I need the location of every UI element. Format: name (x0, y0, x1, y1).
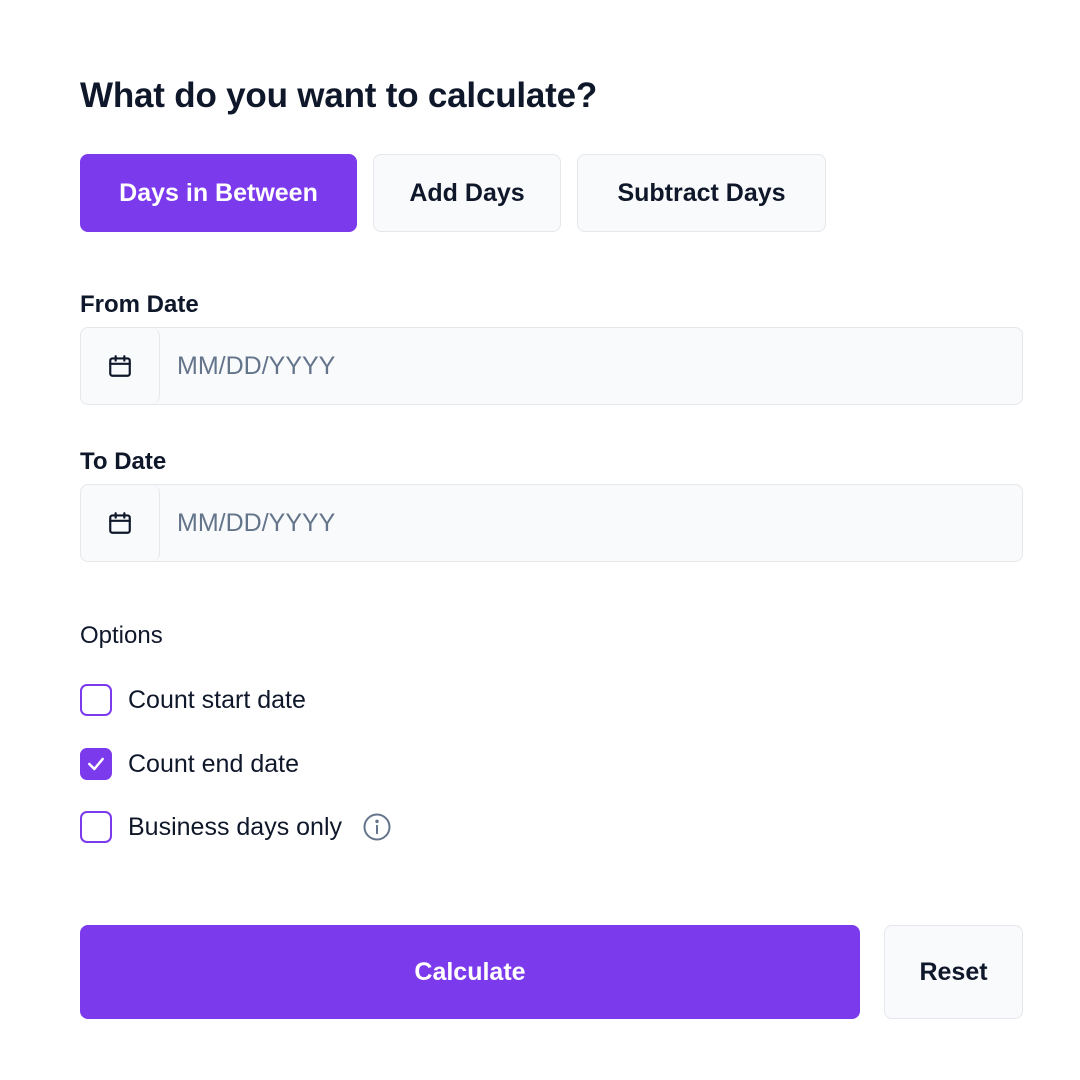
to-date-label: To Date (80, 448, 167, 475)
count-start-date-checkbox[interactable] (80, 684, 112, 716)
from-date-calendar-button[interactable] (81, 328, 160, 404)
calculate-button[interactable]: Calculate (80, 925, 860, 1019)
calculation-mode-tabs: Days in Between Add Days Subtract Days (80, 154, 826, 232)
info-icon[interactable] (362, 812, 392, 842)
to-date-field (80, 484, 1023, 562)
from-date-label: From Date (80, 291, 199, 318)
reset-button[interactable]: Reset (884, 925, 1023, 1019)
calendar-icon (109, 512, 131, 534)
page-title: What do you want to calculate? (80, 76, 598, 115)
options-heading: Options (80, 622, 163, 649)
option-count-end-date[interactable]: Count end date (80, 748, 299, 780)
tab-days-in-between[interactable]: Days in Between (80, 154, 357, 232)
from-date-field (80, 327, 1023, 405)
count-end-date-checkbox[interactable] (80, 748, 112, 780)
tab-subtract-days[interactable]: Subtract Days (577, 154, 826, 232)
calendar-icon (109, 355, 131, 377)
to-date-calendar-button[interactable] (81, 485, 160, 561)
option-label: Count end date (128, 750, 299, 778)
option-label: Count start date (128, 686, 306, 714)
from-date-input[interactable] (160, 328, 1022, 404)
tab-add-days[interactable]: Add Days (373, 154, 561, 232)
checkmark-icon (88, 757, 104, 771)
option-business-days-only[interactable]: Business days only (80, 811, 392, 843)
business-days-only-checkbox[interactable] (80, 811, 112, 843)
option-count-start-date[interactable]: Count start date (80, 684, 306, 716)
option-label: Business days only (128, 813, 343, 841)
to-date-input[interactable] (160, 485, 1022, 561)
